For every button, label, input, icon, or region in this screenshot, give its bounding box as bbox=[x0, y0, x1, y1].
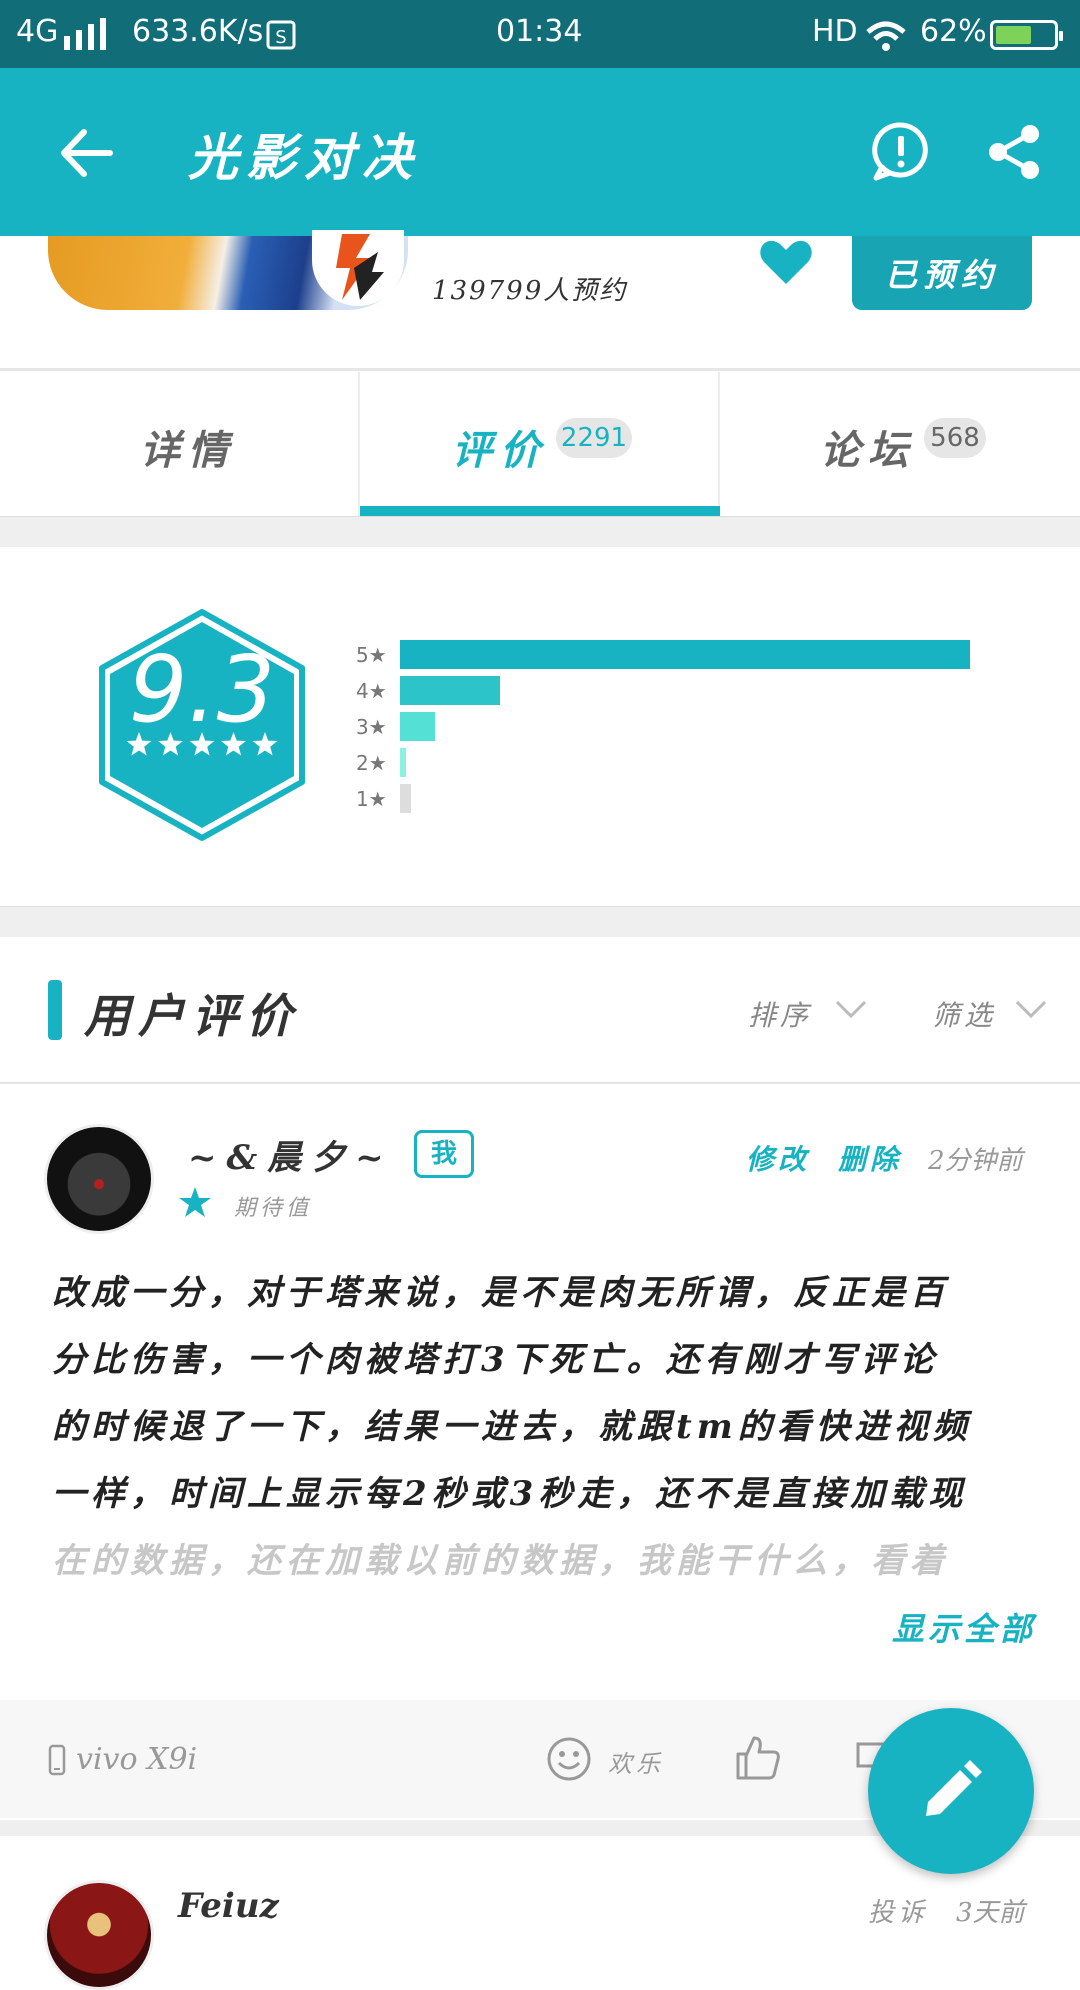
star-icon bbox=[179, 1187, 211, 1217]
filter-label: 筛选 bbox=[932, 999, 997, 1032]
network-type: 4G bbox=[16, 14, 59, 49]
rating-score: 9.3 bbox=[128, 636, 276, 743]
review-line: 改成一分，对于塔来说，是不是肉无所谓，反正是百 bbox=[52, 1273, 949, 1313]
section-gap bbox=[0, 516, 1080, 547]
star-level-label: 1★ bbox=[356, 787, 387, 811]
divider bbox=[0, 1082, 1080, 1084]
svg-text:S: S bbox=[275, 27, 286, 48]
pencil-icon bbox=[926, 1760, 982, 1816]
hd-indicator: HD bbox=[812, 14, 858, 49]
clock: 01:34 bbox=[496, 14, 583, 49]
report-link[interactable]: 投诉 bbox=[868, 1892, 928, 1929]
avatar[interactable] bbox=[44, 1880, 154, 1990]
battery-percent: 62% bbox=[920, 14, 987, 49]
network-speed: 633.6K/s bbox=[132, 14, 264, 49]
active-tab-indicator bbox=[360, 506, 720, 516]
star-icon bbox=[252, 732, 278, 756]
review-line: 的时候退了一下，结果一进去，就跟tm的看快进视频 bbox=[52, 1407, 972, 1447]
show-all-link[interactable]: 显示全部 bbox=[892, 1604, 1036, 1650]
app-header: 光影对决 bbox=[0, 68, 1080, 236]
section-gap bbox=[0, 906, 1080, 937]
mood-label: 欢乐 bbox=[608, 1750, 664, 1778]
wifi-icon bbox=[866, 21, 906, 51]
page-title: 光影对决 bbox=[188, 128, 420, 187]
sort-label: 排序 bbox=[748, 999, 813, 1032]
tab-reviews-label: 评价 bbox=[452, 427, 548, 474]
review-line-faded: 在的数据，还在加载以前的数据，我能干什么，看着 bbox=[52, 1541, 949, 1581]
tab-reviews-count: 2291 bbox=[556, 418, 632, 458]
report-icon[interactable] bbox=[872, 122, 930, 182]
reservation-count: 139799人预约 bbox=[432, 276, 628, 306]
status-bar: 4G 633.6K/s S 01:34 HD 62% bbox=[0, 0, 1080, 68]
me-badge: 我 bbox=[414, 1130, 474, 1178]
divider bbox=[0, 368, 1080, 371]
review-body: 改成一分，对于塔来说，是不是肉无所谓，反正是百 分比伤害，一个肉被塔打3下死亡。… bbox=[52, 1260, 1012, 1595]
battery-level bbox=[996, 26, 1031, 44]
star-icon bbox=[221, 732, 246, 756]
star-level-label: 3★ bbox=[356, 715, 387, 739]
star-icon bbox=[189, 732, 215, 756]
tab-separator bbox=[718, 372, 720, 518]
signal-icon bbox=[64, 18, 106, 50]
section-title: 用户评价 bbox=[84, 989, 300, 1043]
review-line: 一样，时间上显示每2秒或3秒走，还不是直接加载现 bbox=[52, 1474, 968, 1514]
reserved-button[interactable]: 已预约 bbox=[852, 236, 1032, 310]
section-accent-bar bbox=[48, 980, 62, 1040]
rating-bar bbox=[400, 712, 436, 741]
tab-forum-label: 论坛 bbox=[820, 427, 916, 474]
tab-forum-count: 568 bbox=[924, 418, 986, 458]
review-status: 期待值 bbox=[234, 1196, 313, 1221]
rating-stars-icon bbox=[126, 732, 278, 756]
tab-details-label: 详情 bbox=[140, 427, 236, 474]
thumbs-up-icon[interactable] bbox=[734, 1734, 780, 1782]
sim-icon: S bbox=[266, 20, 296, 50]
rating-bar bbox=[400, 784, 412, 813]
heart-icon[interactable] bbox=[758, 238, 814, 286]
rating-bar bbox=[400, 748, 406, 777]
chevron-down-icon bbox=[1015, 1000, 1047, 1019]
review-time: 2分钟前 bbox=[928, 1146, 1023, 1176]
back-arrow-icon[interactable] bbox=[58, 128, 114, 178]
phone-icon bbox=[48, 1744, 66, 1776]
rating-bar bbox=[400, 676, 500, 705]
chevron-down-icon bbox=[835, 1000, 867, 1019]
star-level-label: 4★ bbox=[356, 679, 387, 703]
review-line: 分比伤害，一个肉被塔打3下死亡。还有刚才写评论 bbox=[52, 1340, 939, 1380]
device-name: vivo X9i bbox=[76, 1742, 198, 1777]
review-username[interactable]: ~&晨夕~ bbox=[188, 1130, 394, 1179]
next-review-time: 3天前 bbox=[956, 1898, 1025, 1928]
star-icon bbox=[126, 732, 152, 756]
star-icon bbox=[158, 732, 183, 756]
rating-bar bbox=[400, 640, 970, 669]
star-level-label: 2★ bbox=[356, 751, 387, 775]
delete-link[interactable]: 删除 bbox=[838, 1138, 902, 1178]
tab-separator bbox=[358, 372, 360, 518]
star-level-label: 5★ bbox=[356, 643, 387, 667]
avatar[interactable] bbox=[44, 1124, 154, 1234]
write-review-button[interactable] bbox=[868, 1708, 1034, 1874]
smiley-icon[interactable] bbox=[546, 1736, 592, 1782]
battery-icon bbox=[990, 20, 1063, 50]
edit-link[interactable]: 修改 bbox=[746, 1138, 810, 1178]
share-icon[interactable] bbox=[986, 124, 1042, 180]
next-review-username[interactable]: Feiuz bbox=[178, 1886, 279, 1926]
